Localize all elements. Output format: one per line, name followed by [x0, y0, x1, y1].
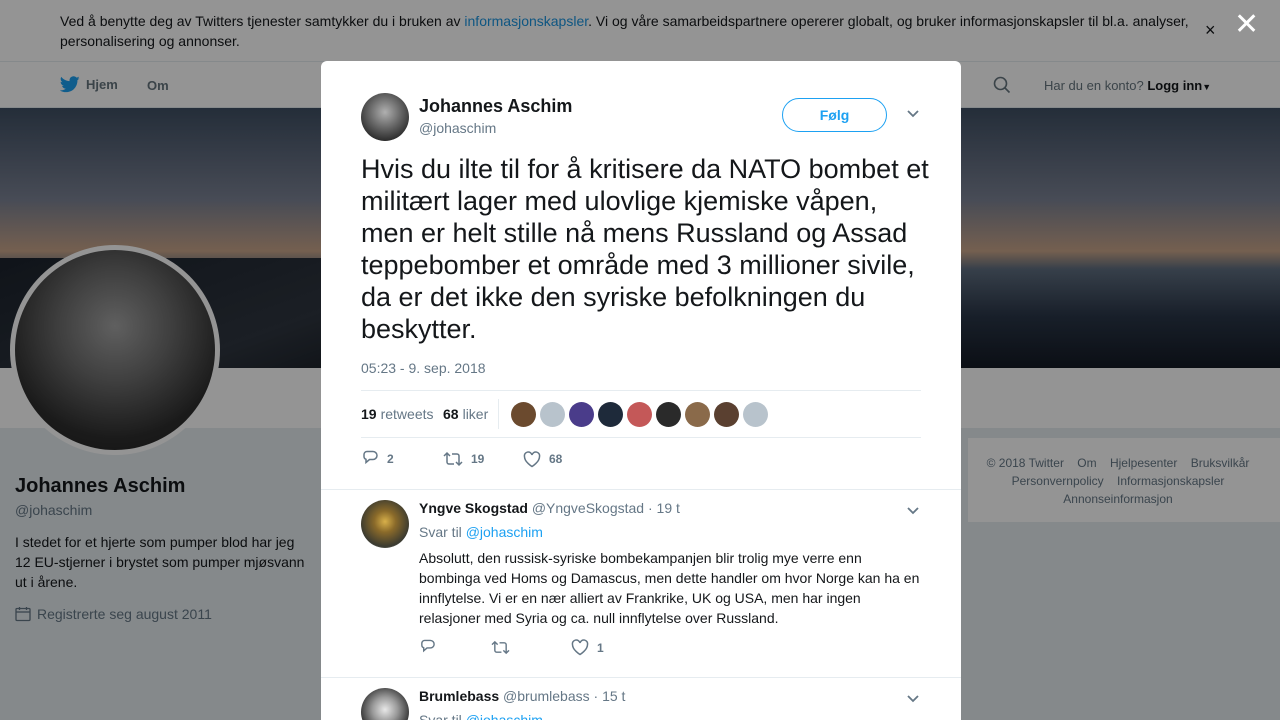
reply-icon	[421, 639, 435, 653]
heart-icon	[523, 450, 541, 467]
reply-header: Brumlebass @brumlebass · 15 t	[419, 688, 625, 704]
retweet-count: 19	[471, 452, 485, 466]
like-button[interactable]: 68	[523, 450, 562, 468]
heart-icon	[571, 639, 589, 656]
reply-button[interactable]: 2	[361, 450, 443, 468]
reply-author-avatar[interactable]	[361, 688, 409, 720]
reply-author-handle[interactable]: @brumlebass	[503, 688, 590, 704]
reply-author-avatar[interactable]	[361, 500, 409, 548]
like-count: 1	[597, 640, 604, 655]
reply-text: Absolutt, den russisk-syriske bombekampa…	[419, 550, 920, 626]
retweet-button[interactable]: 19	[443, 450, 523, 468]
likes-stat[interactable]: 68 liker	[443, 406, 488, 422]
retweet-icon	[443, 451, 463, 467]
close-icon[interactable]: ✕	[1234, 10, 1259, 40]
reply-time[interactable]: · 15 t	[594, 688, 626, 704]
retweets-stat[interactable]: 19 retweets	[361, 406, 434, 422]
like-count: 68	[549, 452, 563, 466]
reply-count: 2	[387, 452, 394, 466]
reply-to-line: Svar til @johaschim	[419, 712, 543, 720]
liker-avatar[interactable]	[511, 402, 536, 427]
tweet-modal: Johannes Aschim @johaschim Følg Hvis du …	[321, 61, 961, 720]
reply-actions: 1	[419, 639, 604, 656]
tweet-author-name[interactable]: Johannes Aschim	[419, 96, 572, 117]
like-button[interactable]: 1	[571, 639, 604, 656]
chevron-down-icon[interactable]	[906, 694, 920, 704]
retweet-button[interactable]	[491, 639, 571, 656]
liker-avatar[interactable]	[627, 402, 652, 427]
reply-icon	[363, 450, 378, 465]
tweet-actions: 2 19 68	[361, 450, 562, 468]
reply-button[interactable]	[419, 639, 491, 656]
retweets-label: retweets	[380, 406, 434, 422]
liker-avatar[interactable]	[656, 402, 681, 427]
tweet-text: Hvis du ilte til for å kritisere da NATO…	[361, 154, 929, 344]
liker-avatar[interactable]	[540, 402, 565, 427]
reply-to-label: Svar til	[419, 712, 462, 720]
reply-tweet[interactable]: Brumlebass @brumlebass · 15 t Svar til @…	[321, 677, 961, 720]
liker-avatars	[511, 402, 772, 427]
tweet-stats: 19 retweets 68 liker	[361, 390, 921, 438]
tweet-timestamp[interactable]: 05:23 - 9. sep. 2018	[361, 360, 486, 376]
tweet-author-handle[interactable]: @johaschim	[419, 120, 496, 136]
liker-avatar[interactable]	[743, 402, 768, 427]
chevron-down-icon[interactable]	[906, 109, 920, 119]
tweet-author-avatar[interactable]	[361, 93, 409, 141]
reply-to-handle-link[interactable]: @johaschim	[466, 524, 543, 540]
reply-author-name[interactable]: Yngve Skogstad	[419, 500, 528, 516]
follow-button[interactable]: Følg	[782, 98, 887, 132]
chevron-down-icon[interactable]	[906, 506, 920, 516]
likes-label: liker	[462, 406, 489, 422]
retweet-icon	[491, 640, 510, 655]
liker-avatar[interactable]	[569, 402, 594, 427]
stats-divider	[498, 399, 499, 429]
reply-author-name[interactable]: Brumlebass	[419, 688, 499, 704]
reply-time[interactable]: · 19 t	[648, 500, 680, 516]
reply-to-handle-link[interactable]: @johaschim	[466, 712, 543, 720]
reply-to-line: Svar til @johaschim	[419, 524, 543, 540]
reply-author-handle[interactable]: @YngveSkogstad	[532, 500, 644, 516]
likes-count: 68	[443, 406, 459, 422]
liker-avatar[interactable]	[685, 402, 710, 427]
retweets-count: 19	[361, 406, 377, 422]
reply-header: Yngve Skogstad @YngveSkogstad · 19 t	[419, 500, 680, 516]
liker-avatar[interactable]	[598, 402, 623, 427]
liker-avatar[interactable]	[714, 402, 739, 427]
reply-to-label: Svar til	[419, 524, 462, 540]
reply-tweet[interactable]: Yngve Skogstad @YngveSkogstad · 19 t Sva…	[321, 489, 961, 677]
